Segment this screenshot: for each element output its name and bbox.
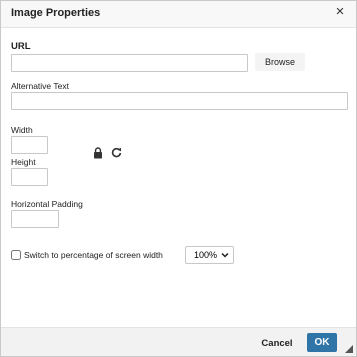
url-label: URL (11, 41, 31, 52)
dialog-footer: Cancel OK (1, 327, 356, 356)
percentage-checkbox[interactable] (11, 250, 21, 260)
horizontal-padding-label: Horizontal Padding (11, 199, 83, 209)
alternative-text-input[interactable] (11, 92, 348, 110)
close-icon[interactable]: × (333, 4, 347, 19)
percentage-select-value: 100% (194, 250, 218, 260)
browse-button[interactable]: Browse (255, 53, 305, 71)
ok-button[interactable]: OK (307, 333, 337, 352)
lock-icon[interactable] (93, 147, 103, 159)
alternative-text-label: Alternative Text (11, 81, 69, 91)
image-properties-dialog: Image Properties × URL Browse Alternativ… (0, 0, 357, 357)
reset-size-icon[interactable] (111, 147, 122, 158)
horizontal-padding-input[interactable] (11, 210, 59, 228)
height-input[interactable] (11, 168, 48, 186)
percentage-select[interactable]: 100% (185, 246, 234, 264)
dialog-title: Image Properties (11, 7, 101, 19)
chevron-down-icon (221, 252, 229, 258)
width-label: Width (11, 125, 33, 135)
dialog-header: Image Properties × (1, 1, 356, 28)
resize-handle-icon[interactable] (345, 345, 353, 353)
url-input[interactable] (11, 54, 248, 72)
height-label: Height (11, 157, 36, 167)
cancel-button[interactable]: Cancel (255, 335, 299, 351)
width-input[interactable] (11, 136, 48, 154)
percentage-label: Switch to percentage of screen width (24, 250, 163, 260)
